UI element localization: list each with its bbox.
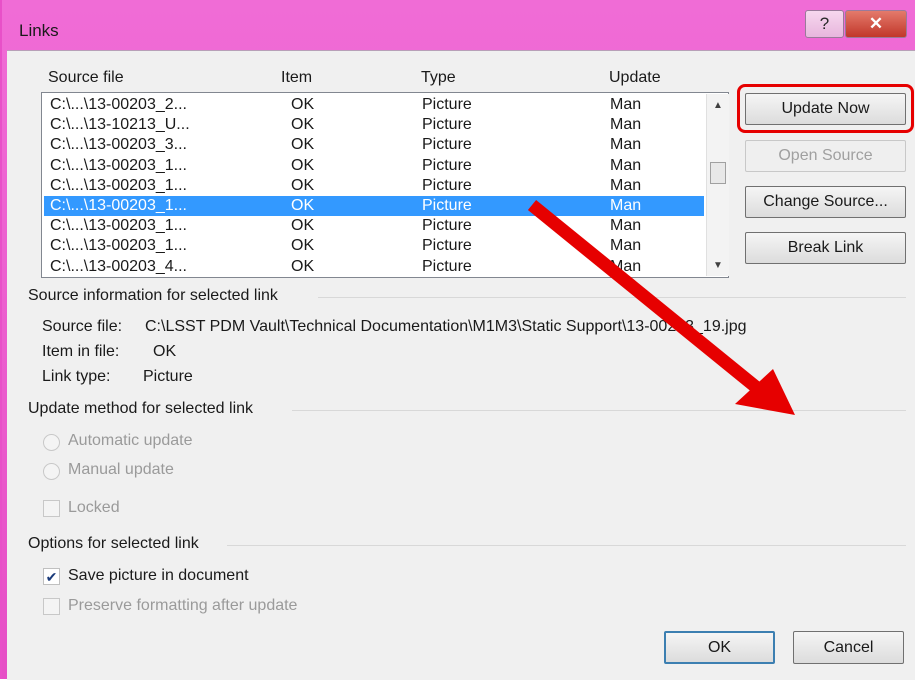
cell-type: Picture — [422, 136, 472, 154]
cell-type: Picture — [422, 237, 472, 255]
cell-source-file: C:\...\13-00203_3... — [50, 136, 187, 154]
cell-type: Picture — [422, 116, 472, 134]
cell-update: Man — [610, 136, 642, 154]
link-type-value: Picture — [143, 368, 193, 385]
checkmark-icon: ✔ — [45, 568, 58, 585]
list-row[interactable]: C:\...\13-00203_1... OK Picture Man — [44, 176, 704, 196]
cell-update: Man — [610, 197, 642, 214]
window-title: Links — [19, 21, 59, 40]
scroll-up-arrow-icon[interactable]: ▲ — [707, 94, 729, 116]
close-icon: ✕ — [868, 14, 884, 33]
cell-source-file: C:\...\13-10213_U... — [50, 116, 190, 134]
list-row[interactable]: C:\...\13-00203_4... OK Picture Man — [44, 257, 704, 277]
cell-update: Man — [610, 237, 642, 255]
column-header-update[interactable]: Update — [609, 69, 661, 87]
open-source-button[interactable]: Open Source — [745, 140, 906, 172]
list-row[interactable]: C:\...\13-00203_3... OK Picture Man — [44, 135, 704, 155]
item-in-file-value: OK — [153, 343, 177, 360]
cell-source-file: C:\...\13-00203_1... — [50, 197, 187, 214]
cell-type: Picture — [422, 257, 472, 275]
cell-item: OK — [291, 156, 315, 174]
list-row[interactable]: C:\...\13-00203_2... OK Picture Man — [44, 95, 704, 115]
ok-button[interactable]: OK — [664, 631, 775, 664]
manual-update-label: Manual update — [68, 461, 174, 478]
section-divider — [292, 410, 906, 411]
save-picture-label: Save picture in document — [68, 567, 249, 584]
cell-item: OK — [291, 116, 315, 134]
cell-source-file: C:\...\13-00203_4... — [50, 257, 187, 275]
list-scrollbar[interactable]: ▲ ▼ — [706, 94, 729, 276]
save-picture-checkbox[interactable]: ✔ — [43, 568, 60, 585]
manual-update-radio[interactable] — [43, 463, 60, 480]
change-source-button[interactable]: Change Source... — [745, 186, 906, 218]
link-type-label: Link type: — [42, 368, 111, 385]
cell-update: Man — [610, 257, 642, 275]
cell-source-file: C:\...\13-00203_1... — [50, 237, 187, 255]
cell-item: OK — [291, 176, 315, 194]
cell-type: Picture — [422, 197, 472, 214]
list-row[interactable]: C:\...\13-00203_1... OK Picture Man — [44, 156, 704, 176]
break-link-button[interactable]: Break Link — [745, 232, 906, 264]
options-section-title: Options for selected link — [28, 535, 199, 552]
cell-item: OK — [291, 96, 315, 113]
source-file-label: Source file: — [42, 318, 123, 335]
cell-item: OK — [291, 257, 315, 275]
cell-source-file: C:\...\13-00203_1... — [50, 156, 187, 174]
preserve-formatting-label: Preserve formatting after update — [68, 597, 298, 614]
cell-source-file: C:\...\13-00203_1... — [50, 176, 187, 194]
cell-update: Man — [610, 96, 642, 113]
cell-item: OK — [291, 136, 315, 154]
cell-type: Picture — [422, 96, 472, 113]
list-row[interactable]: C:\...\13-10213_U... OK Picture Man — [44, 115, 704, 135]
automatic-update-radio[interactable] — [43, 434, 60, 451]
preserve-formatting-checkbox[interactable] — [43, 598, 60, 615]
help-icon: ? — [819, 14, 830, 33]
automatic-update-label: Automatic update — [68, 432, 193, 449]
source-file-value: C:\LSST PDM Vault\Technical Documentatio… — [145, 318, 747, 335]
section-divider — [227, 545, 906, 546]
cell-source-file: C:\...\13-00203_2... — [50, 96, 187, 113]
column-header-item[interactable]: Item — [281, 69, 312, 87]
cell-update: Man — [610, 176, 642, 194]
cell-type: Picture — [422, 176, 472, 194]
item-in-file-label: Item in file: — [42, 343, 120, 360]
scroll-down-arrow-icon[interactable]: ▼ — [707, 254, 729, 276]
cell-source-file: C:\...\13-00203_1... — [50, 217, 187, 235]
scrollbar-thumb[interactable] — [710, 162, 726, 184]
list-row[interactable]: C:\...\13-00203_1... OK Picture Man — [44, 196, 704, 216]
cell-update: Man — [610, 116, 642, 134]
cell-item: OK — [291, 197, 315, 214]
locked-label: Locked — [68, 499, 120, 516]
cancel-button[interactable]: Cancel — [793, 631, 904, 664]
list-row[interactable]: C:\...\13-00203_1... OK Picture Man — [44, 216, 704, 236]
cell-type: Picture — [422, 156, 472, 174]
update-now-button[interactable]: Update Now — [745, 93, 906, 125]
column-header-source-file[interactable]: Source file — [48, 69, 124, 87]
column-header-type[interactable]: Type — [421, 69, 456, 87]
close-button[interactable]: ✕ — [845, 10, 907, 38]
cell-update: Man — [610, 217, 642, 235]
links-list[interactable]: ▲ ▼ C:\...\13-00203_2... OK Picture Man C:\.… — [41, 92, 729, 278]
source-info-section-title: Source information for selected link — [28, 287, 278, 304]
update-method-section-title: Update method for selected link — [28, 400, 254, 417]
section-divider — [318, 297, 906, 298]
locked-checkbox[interactable] — [43, 500, 60, 517]
list-row[interactable]: C:\...\13-00203_1... OK Picture Man — [44, 236, 704, 256]
cell-update: Man — [610, 156, 642, 174]
cell-item: OK — [291, 237, 315, 255]
help-button[interactable]: ? — [805, 10, 844, 38]
cell-item: OK — [291, 217, 315, 235]
cell-type: Picture — [422, 217, 472, 235]
